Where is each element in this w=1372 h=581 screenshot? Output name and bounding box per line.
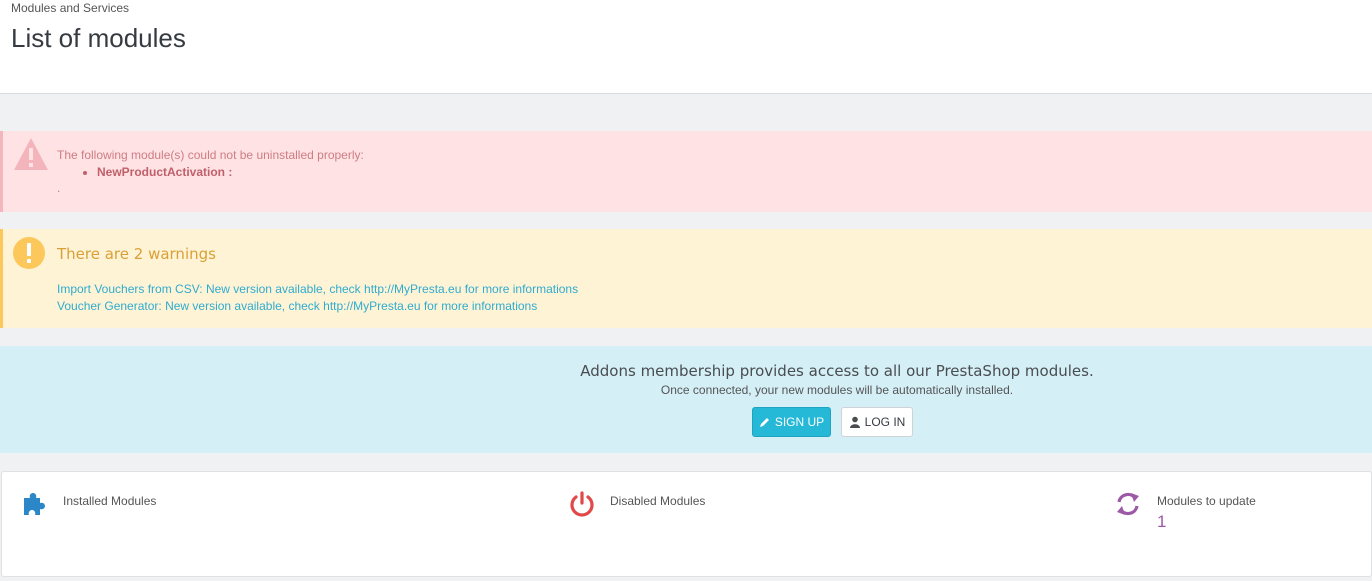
page-header: Modules and Services List of modules bbox=[0, 0, 1372, 94]
exclamation-circle-icon bbox=[13, 237, 45, 269]
log-in-button[interactable]: LOG IN bbox=[841, 407, 913, 437]
warning-title: There are 2 warnings bbox=[57, 245, 216, 263]
addons-headline: Addons membership provides access to all… bbox=[580, 362, 1094, 380]
breadcrumb[interactable]: Modules and Services bbox=[11, 1, 129, 15]
error-alert: The following module(s) could not be uni… bbox=[0, 131, 1372, 212]
warning-link-voucher-generator[interactable]: Voucher Generator: New version available… bbox=[57, 298, 578, 315]
pencil-icon bbox=[759, 418, 769, 427]
sign-up-button[interactable]: SIGN UP bbox=[752, 407, 831, 437]
warning-alert: There are 2 warnings Import Vouchers fro… bbox=[0, 229, 1372, 328]
puzzle-icon bbox=[24, 493, 45, 515]
disabled-modules-label: Disabled Modules bbox=[610, 494, 706, 508]
installed-modules-label: Installed Modules bbox=[63, 494, 157, 508]
warning-link-import-vouchers[interactable]: Import Vouchers from CSV: New version av… bbox=[57, 281, 578, 298]
error-module-list: NewProductActivation : bbox=[97, 165, 232, 179]
error-module-item: NewProductActivation : bbox=[97, 165, 232, 179]
error-message: The following module(s) could not be uni… bbox=[57, 148, 364, 162]
refresh-icon bbox=[1117, 492, 1139, 516]
addons-banner: Addons membership provides access to all… bbox=[0, 346, 1372, 453]
log-in-label: LOG IN bbox=[864, 415, 906, 429]
sign-up-label: SIGN UP bbox=[774, 415, 825, 429]
page-title: List of modules bbox=[11, 23, 186, 53]
warning-triangle-icon bbox=[14, 138, 48, 170]
modules-to-update-count[interactable]: 1 bbox=[1157, 512, 1166, 532]
addons-subline: Once connected, your new modules will be… bbox=[660, 383, 1014, 397]
power-icon bbox=[570, 491, 594, 517]
error-trailing: . bbox=[57, 181, 61, 195]
user-icon bbox=[849, 416, 860, 428]
modules-to-update-label: Modules to update bbox=[1157, 494, 1256, 508]
module-stats-panel: Installed Modules Disabled Modules Modul… bbox=[1, 471, 1372, 577]
